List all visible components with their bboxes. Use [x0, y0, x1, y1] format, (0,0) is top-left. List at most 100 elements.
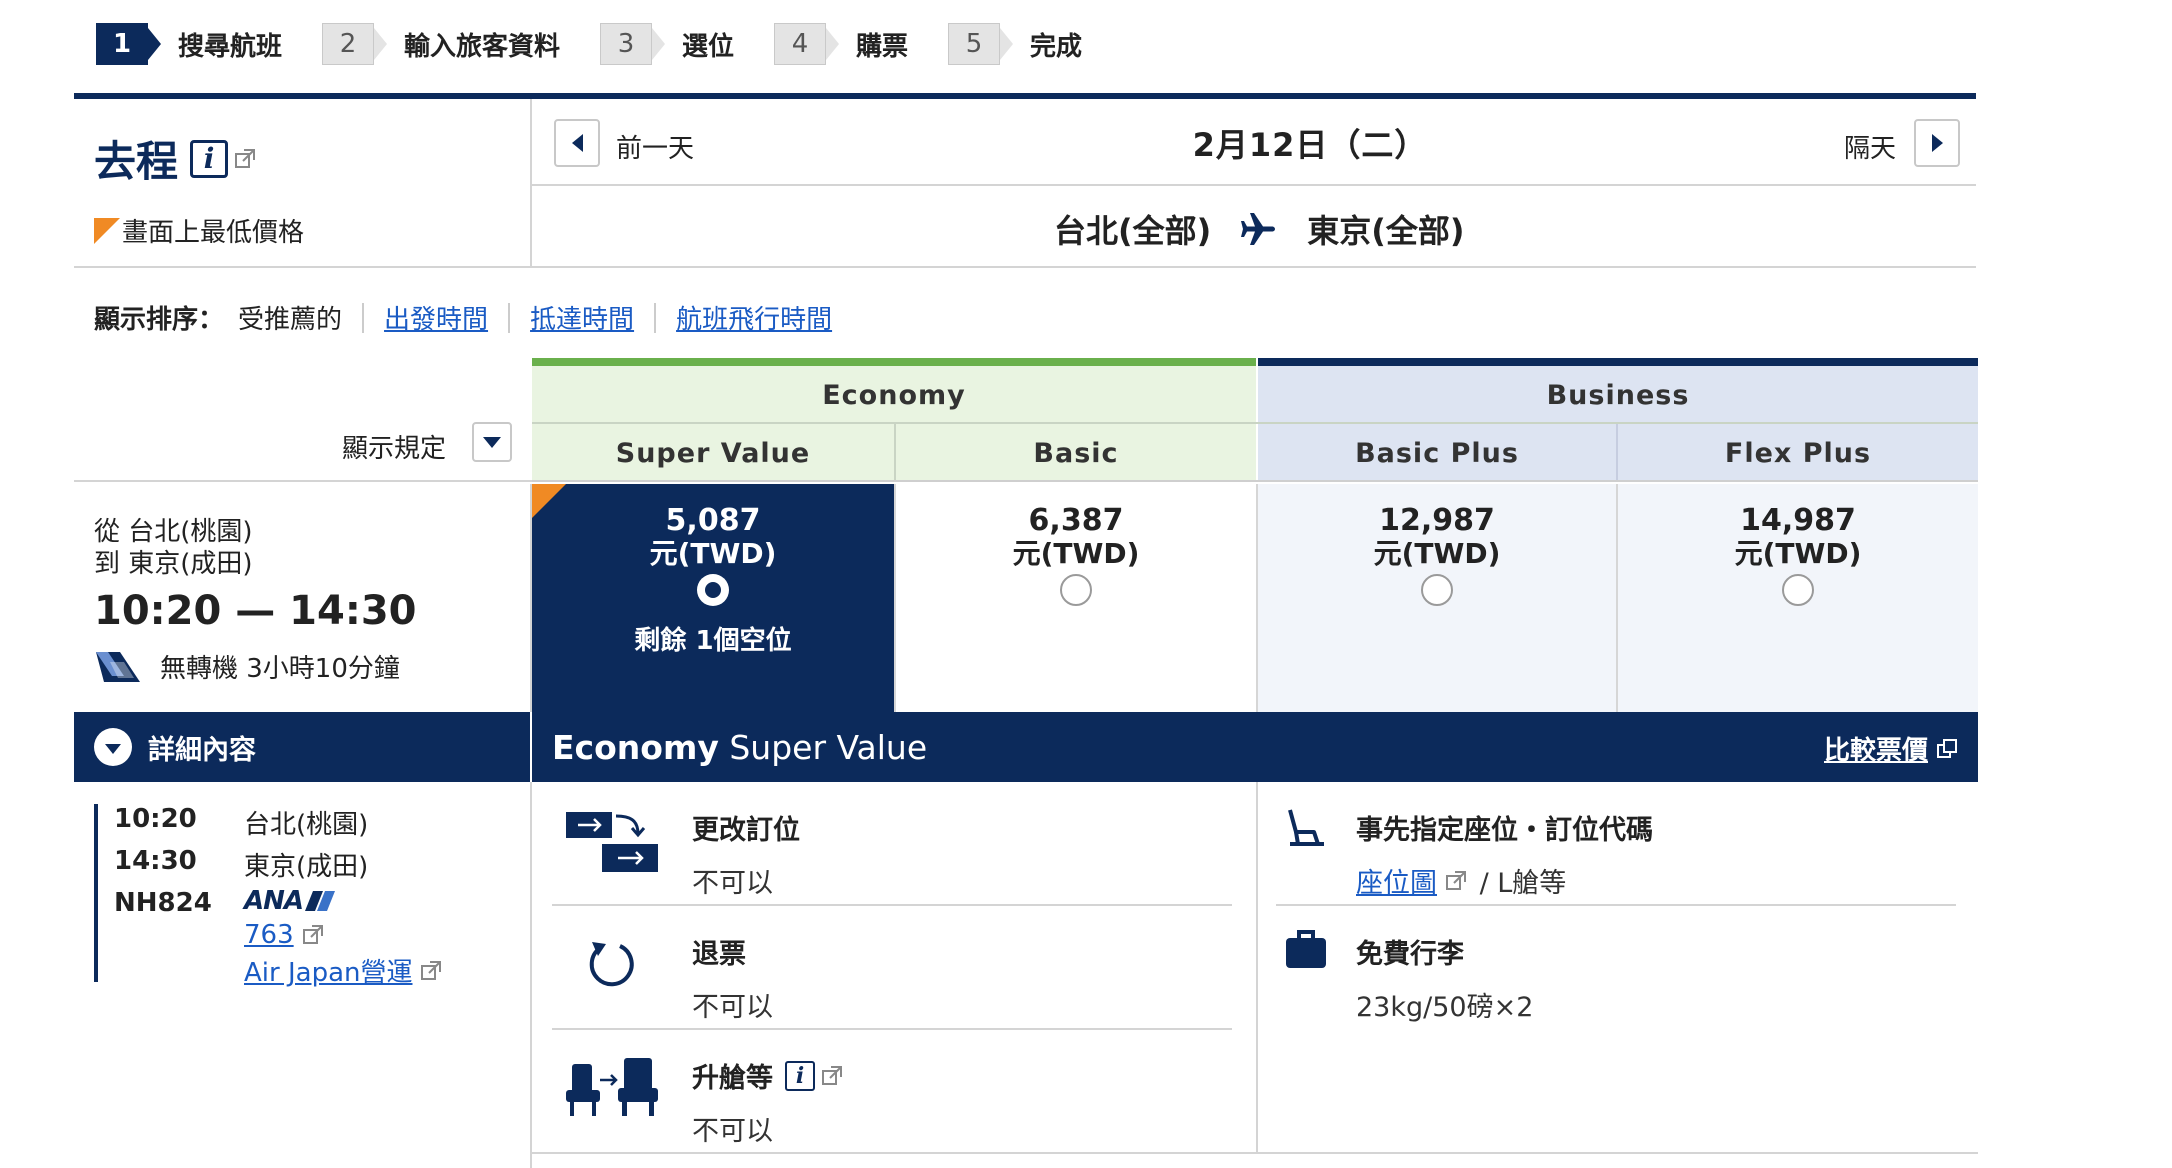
operator-link[interactable]: Air Japan營運: [244, 952, 412, 989]
aircraft-link[interactable]: 763: [244, 920, 294, 950]
lowest-price-flag-icon: [532, 484, 566, 518]
rules-dropdown-button[interactable]: [472, 422, 512, 462]
flight-stops: 無轉機 3小時10分鐘: [160, 654, 400, 684]
fare-header-bottom-divider: [532, 480, 1978, 482]
route-origin: 台北(全部): [1054, 212, 1212, 250]
seat-class-value: / L艙等: [1471, 868, 1567, 899]
step-4: 4 購票: [774, 23, 908, 65]
step-label: 搜尋航班: [178, 31, 283, 62]
prev-day-label[interactable]: 前一天: [616, 128, 694, 165]
info-icon[interactable]: i: [785, 1060, 815, 1091]
left-rules-divider: [74, 480, 532, 482]
fare-currency: 元(TWD): [1012, 537, 1140, 570]
external-link-icon: [235, 148, 256, 168]
fare-currency: 元(TWD): [649, 537, 777, 570]
fare-type-flex-plus: Flex Plus: [1618, 424, 1978, 482]
info-icon[interactable]: i: [190, 139, 229, 178]
details-label: 詳細內容: [148, 734, 256, 766]
fare-radio[interactable]: [1782, 574, 1814, 606]
baggage-title: 免費行李: [1356, 939, 1464, 970]
fare-radio[interactable]: [1421, 574, 1453, 606]
route-destination: 東京(全部): [1307, 212, 1465, 250]
rules-label[interactable]: 顯示規定: [342, 428, 446, 465]
ana-logo-text: ANA: [244, 886, 304, 916]
flight-stops-row: 無轉機 3小時10分鐘: [94, 648, 400, 685]
upgrade-block: 升艙等 i 不可以: [692, 1056, 843, 1148]
segment-timeline: [94, 804, 98, 982]
cabin-business: Business: [1258, 366, 1978, 424]
baggage-icon: [1284, 928, 1328, 976]
refund-value: 不可以: [692, 992, 773, 1023]
business-color-bar: [1258, 358, 1978, 366]
detail-row-divider: [1276, 904, 1956, 906]
fare-type-basic-plus: Basic Plus: [1258, 424, 1616, 482]
fare-cell-divider: [1616, 484, 1618, 712]
fare-type-super-value: Super Value: [532, 424, 894, 482]
external-link-icon: [302, 925, 323, 944]
compare-fares-link[interactable]: 比較票價: [1824, 730, 1928, 767]
fare-cell-basic-plus[interactable]: 12,987 元(TWD): [1258, 484, 1616, 712]
detail-row-divider: [552, 904, 1232, 906]
fare-detail-title-bold: Economy: [552, 727, 719, 767]
fare-radio-selected[interactable]: [697, 574, 729, 606]
compare-fares[interactable]: 比較票價: [1824, 730, 1958, 767]
detail-left-divider: [530, 782, 532, 1168]
chevron-left-icon: [571, 134, 583, 152]
segment-arr-time: 14:30: [114, 846, 197, 876]
fare-type-divider: [894, 424, 896, 482]
current-date: 2月12日（二）: [1192, 126, 1428, 164]
fare-currency: 元(TWD): [1373, 537, 1501, 570]
upgrade-value: 不可以: [692, 1116, 773, 1147]
radio-dot: [705, 582, 721, 598]
sort-current: 受推薦的: [238, 305, 343, 335]
operator-row: Air Japan營運: [244, 952, 442, 989]
refund-title: 退票: [692, 939, 746, 970]
outbound-header: 去程 i: [94, 128, 256, 189]
popup-window-icon: [1937, 738, 1958, 758]
seats-remaining: 剩餘 1個空位: [634, 626, 792, 656]
change-booking-icon: [566, 808, 660, 878]
sort-separator: [508, 302, 511, 333]
next-day-label[interactable]: 隔天: [1844, 128, 1896, 165]
step-number: 5: [948, 23, 1013, 65]
seat-selection-title: 事先指定座位・訂位代碼: [1356, 815, 1653, 846]
sort-separator: [654, 302, 657, 333]
lowest-price-legend: 畫面上最低價格: [94, 212, 304, 249]
flight-time: 10:20 — 14:30: [94, 588, 417, 634]
prev-day-button[interactable]: [554, 119, 600, 167]
sort-option-arrival[interactable]: 抵達時間: [530, 299, 634, 336]
economy-color-bar: [532, 358, 1256, 366]
ana-logo-stripes-icon: [305, 891, 336, 911]
next-day-button[interactable]: [1914, 119, 1960, 167]
change-booking-title: 更改訂位: [692, 815, 800, 846]
step-label: 購票: [856, 31, 909, 62]
route: 台北(全部) 東京(全部): [1054, 206, 1465, 252]
upgrade-title: 升艙等: [692, 1063, 773, 1094]
airline-logo: ANA: [244, 886, 336, 916]
fare-cell-divider: [894, 484, 896, 712]
step-number: 1: [96, 23, 161, 65]
fare-price: 6,387: [1028, 503, 1124, 538]
top-divider-bar: [74, 93, 1976, 99]
fare-price: 5,087: [665, 503, 761, 538]
fare-cell-basic[interactable]: 6,387 元(TWD): [896, 484, 1256, 712]
sort-option-departure[interactable]: 出發時間: [384, 299, 488, 336]
details-toggle[interactable]: 詳細內容: [74, 712, 530, 782]
cabin-economy: Economy: [532, 366, 1256, 424]
fare-cell-super-value[interactable]: 5,087 元(TWD) 剩餘 1個空位: [532, 484, 894, 712]
chevron-down-icon: [483, 436, 501, 448]
sort-separator: [362, 302, 365, 333]
change-booking-block: 更改訂位 不可以: [692, 808, 800, 900]
seat-map-link[interactable]: 座位圖: [1356, 861, 1437, 900]
seat-selection-value-row: 座位圖 / L艙等: [1356, 861, 1653, 900]
fare-cell-divider: [1256, 484, 1258, 712]
external-link-icon: [1446, 870, 1466, 890]
segment-flight-number: NH824: [114, 888, 212, 918]
fare-radio[interactable]: [1060, 574, 1092, 606]
sort-option-duration[interactable]: 航班飛行時間: [676, 299, 832, 336]
fare-detail-header: Economy Super Value: [532, 712, 1978, 782]
step-label: 完成: [1030, 31, 1083, 62]
fare-cell-flex-plus[interactable]: 14,987 元(TWD): [1618, 484, 1978, 712]
step-label: 選位: [682, 31, 735, 62]
aircraft-row: 763: [244, 920, 324, 950]
